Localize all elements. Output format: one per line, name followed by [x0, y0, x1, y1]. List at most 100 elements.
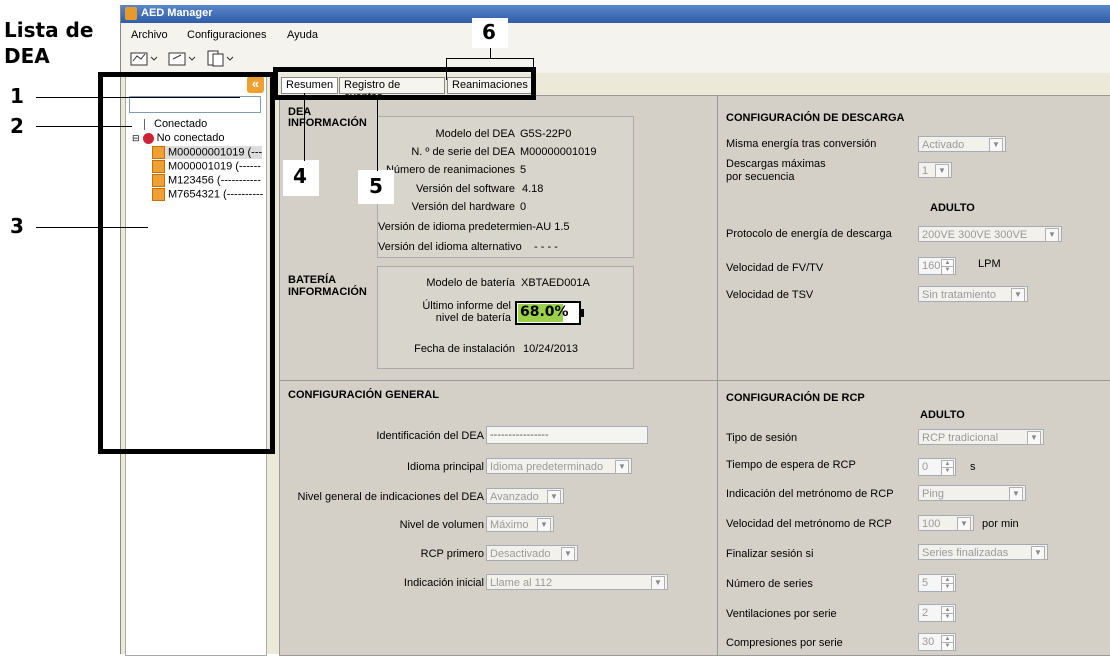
chevron-down-icon: ▼: [1031, 546, 1045, 560]
save-button[interactable]: [167, 47, 201, 69]
battery-level-label: Último informe del: [422, 300, 511, 312]
install-date-value: 10/24/2013: [523, 343, 579, 355]
metronome-value: Ping: [922, 488, 945, 500]
chevron-down-icon: ▼: [1045, 228, 1059, 242]
cpr-wait-stepper[interactable]: 0 ▲ ▼: [918, 458, 956, 476]
battery-level-value: 68.0%: [520, 304, 569, 320]
aed-serial-value: M00000001019: [520, 146, 597, 158]
callout-6-bracket-right: [533, 58, 534, 80]
general-config-panel: CONFIGURACIÓN GENERAL Identificación del…: [279, 380, 718, 656]
energy-protocol-select[interactable]: 200VE 300VE 300VE ▼: [918, 226, 1062, 242]
svt-rate-select[interactable]: Sin tratamiento ▼: [918, 286, 1028, 302]
callout-6-bracket-left: [446, 58, 447, 80]
max-shocks-value: 1: [922, 165, 929, 177]
export-icon: [207, 50, 234, 67]
aed-model-value: G5S-22P0: [520, 128, 572, 140]
end-session-select[interactable]: Series finalizadas ▼: [918, 544, 1048, 560]
max-shocks-label2: por secuencia: [726, 171, 795, 183]
energy-protocol-label: Protocolo de energía de descarga: [726, 228, 892, 240]
same-energy-label: Misma energía tras conversión: [726, 138, 877, 150]
compressions-value: 30: [922, 636, 935, 648]
chevron-down-icon: ▼: [547, 490, 561, 504]
aed-manager-icon: [125, 7, 137, 20]
volume-value: Máximo: [490, 519, 529, 531]
install-date-label: Fecha de instalación: [414, 343, 515, 355]
cpr-wait-label: Tiempo de espera de RCP: [726, 459, 856, 471]
svt-rate-label: Velocidad de TSV: [726, 289, 814, 301]
hw-version-value: 0: [520, 201, 527, 213]
aed-id-input[interactable]: ----------------: [486, 426, 648, 444]
aed-list-caption-2: DEA: [4, 44, 50, 68]
cpr-first-label: RCP primero: [420, 548, 484, 560]
volume-select[interactable]: Máximo ▼: [486, 516, 554, 532]
svt-rate-value: Sin tratamiento: [922, 289, 996, 301]
window-title: AED Manager: [141, 7, 213, 19]
sidebar-highlight-frame: [98, 72, 275, 454]
battery-tip: [581, 309, 584, 317]
metronome-label: Indicación del metrónomo de RCP: [726, 488, 894, 500]
spin-down-icon[interactable]: ▼: [941, 266, 954, 275]
metronome-rate-select[interactable]: 100 ▼: [918, 515, 974, 531]
metronome-select[interactable]: Ping ▼: [918, 485, 1026, 501]
title-bar: AED Manager: [121, 5, 1110, 23]
cpr-config-title: CONFIGURACIÓN DE RCP: [726, 392, 865, 404]
cpr-first-value: Desactivado: [490, 548, 551, 560]
initial-prompt-value: Llame al 112: [490, 577, 553, 589]
sw-version-value: 4.18: [522, 183, 544, 195]
spin-down-icon[interactable]: ▼: [941, 467, 954, 476]
cpr-first-select[interactable]: Desactivado ▼: [486, 545, 578, 561]
callout-6: 6: [482, 20, 496, 44]
aed-id-value: ----------------: [490, 429, 549, 441]
spin-down-icon[interactable]: ▼: [941, 613, 954, 622]
spin-down-icon[interactable]: ▼: [941, 583, 954, 592]
vf-rate-value: 160: [922, 260, 941, 272]
callout-4-line: [304, 93, 305, 161]
vf-rate-stepper[interactable]: 160 ▲ ▼: [918, 257, 956, 275]
open-button[interactable]: [129, 47, 163, 69]
sw-version-label: Versión del software: [415, 183, 515, 195]
same-energy-select[interactable]: Activado ▼: [918, 136, 1006, 152]
battery-heading: BATERÍA: [288, 274, 337, 286]
series-count-label: Número de series: [726, 578, 813, 590]
tabs-highlight-frame: [273, 67, 536, 100]
series-count-stepper[interactable]: 5 ▲ ▼: [918, 574, 956, 592]
rescues-label: Número de reanimaciones: [385, 164, 515, 176]
spin-down-icon[interactable]: ▼: [941, 642, 954, 651]
metronome-rate-label: Velocidad del metrónomo de RCP: [726, 518, 892, 530]
series-count-value: 5: [922, 577, 929, 589]
max-shocks-label: Descargas máximas: [726, 158, 826, 170]
battery-group: Modelo de batería XBTAED001A Último info…: [377, 266, 634, 369]
prompt-level-select[interactable]: Avanzado ▼: [486, 488, 564, 504]
ventilations-stepper[interactable]: 2 ▲ ▼: [918, 604, 956, 622]
export-button[interactable]: [205, 47, 239, 69]
initial-prompt-select[interactable]: Llame al 112 ▼: [486, 574, 668, 590]
session-type-value: RCP tradicional: [922, 432, 999, 444]
primary-lang-label: Idioma principal: [406, 461, 484, 473]
callout-6-stem: [490, 48, 491, 58]
aed-list-caption: Lista de: [4, 18, 94, 42]
open-icon: [130, 52, 158, 66]
metronome-rate-unit: por min: [982, 518, 1019, 530]
end-session-value: Series finalizadas: [922, 547, 1009, 559]
end-session-label: Finalizar sesión si: [726, 548, 814, 560]
menu-ayuda[interactable]: Ayuda: [287, 29, 318, 41]
compressions-stepper[interactable]: 30 ▲ ▼: [918, 633, 956, 651]
shock-config-title: CONFIGURACIÓN DE DESCARGA: [726, 112, 905, 124]
alt-lang-value: - - - -: [534, 241, 558, 253]
prompt-level-value: Avanzado: [490, 491, 539, 503]
callout-1-line: [36, 97, 240, 98]
chevron-down-icon: ▼: [1027, 431, 1041, 445]
menu-archivo[interactable]: Archivo: [131, 29, 168, 41]
menu-configuraciones[interactable]: Configuraciones: [187, 29, 267, 41]
aed-model-label: Modelo del DEA: [435, 128, 516, 140]
aed-info-heading2: INFORMACIÓN: [288, 117, 367, 129]
session-type-select[interactable]: RCP tradicional ▼: [918, 429, 1044, 445]
max-shocks-select[interactable]: 1 ▼: [918, 162, 952, 178]
default-lang-label: Versión de idioma predetermin:: [378, 221, 520, 233]
prompt-level-label: Nivel general de indicaciones del DEA: [297, 491, 485, 503]
callout-2: 2: [10, 114, 24, 138]
shock-adult-heading: ADULTO: [930, 202, 975, 214]
primary-lang-select[interactable]: Idioma predeterminado ▼: [486, 458, 632, 474]
battery-heading2: INFORMACIÓN: [288, 286, 367, 298]
vf-rate-unit: LPM: [978, 258, 1001, 270]
